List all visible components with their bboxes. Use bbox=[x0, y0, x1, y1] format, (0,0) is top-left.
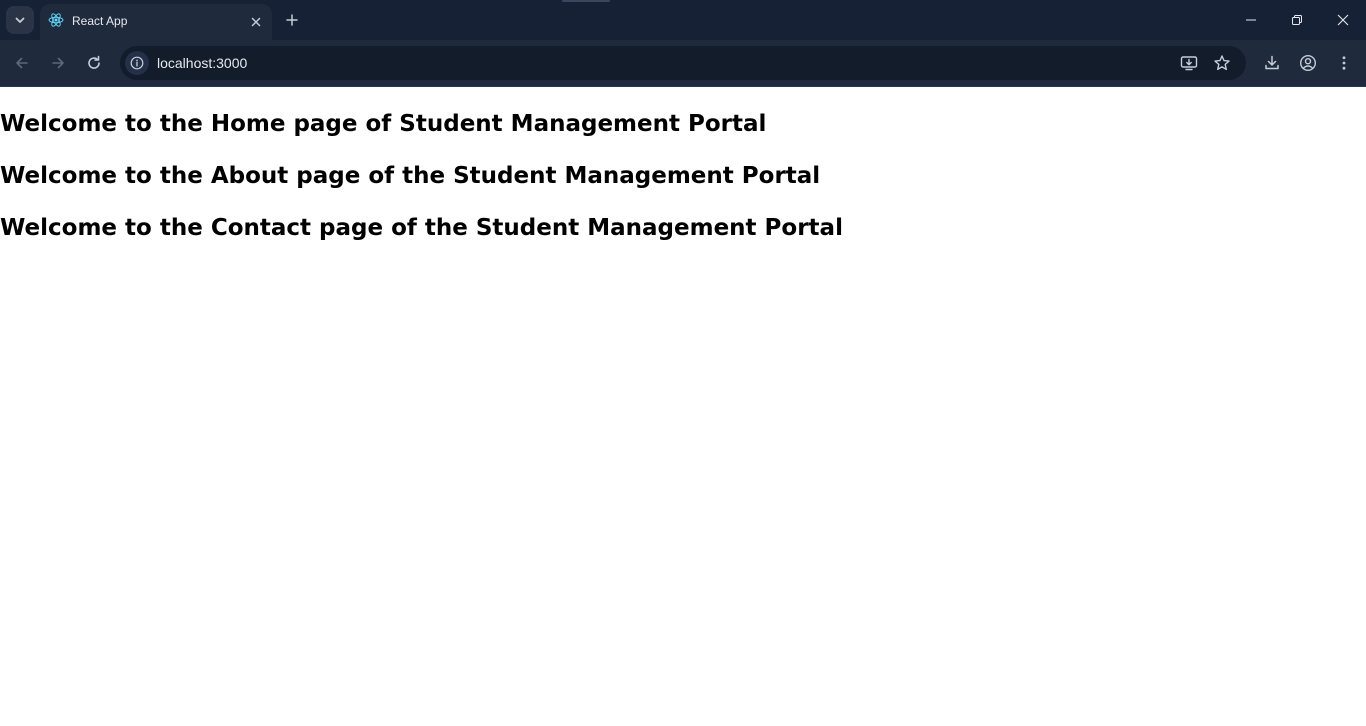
forward-button[interactable] bbox=[44, 49, 72, 77]
tab-title: React App bbox=[72, 14, 128, 28]
about-heading: Welcome to the About page of the Student… bbox=[0, 163, 821, 189]
bookmark-button[interactable] bbox=[1210, 51, 1234, 75]
close-icon bbox=[1337, 14, 1349, 26]
address-bar[interactable]: localhost:3000 bbox=[120, 46, 1246, 80]
home-heading: Welcome to the Home page of Student Mana… bbox=[0, 111, 767, 137]
reload-button[interactable] bbox=[80, 49, 108, 77]
react-icon bbox=[48, 12, 64, 28]
window-drag-indicator bbox=[562, 0, 610, 2]
close-icon bbox=[251, 17, 261, 27]
arrow-right-icon bbox=[50, 55, 66, 71]
browser-toolbar: localhost:3000 bbox=[0, 40, 1366, 87]
plus-icon bbox=[286, 14, 298, 26]
window-close-button[interactable] bbox=[1320, 0, 1366, 40]
tab-close-button[interactable] bbox=[246, 12, 266, 32]
contact-heading: Welcome to the Contact page of the Stude… bbox=[0, 215, 843, 241]
address-bar-url[interactable]: localhost:3000 bbox=[157, 55, 247, 71]
profile-icon bbox=[1299, 54, 1317, 72]
downloads-button[interactable] bbox=[1258, 49, 1286, 77]
page-viewport: Welcome to the Home page of Student Mana… bbox=[0, 87, 1366, 726]
browser-tab-active[interactable]: React App bbox=[40, 4, 272, 40]
tab-search-button[interactable] bbox=[6, 6, 34, 34]
reload-icon bbox=[86, 55, 102, 71]
restore-icon bbox=[1291, 14, 1303, 26]
back-button[interactable] bbox=[8, 49, 36, 77]
install-app-icon bbox=[1180, 54, 1198, 72]
site-info-button[interactable] bbox=[125, 51, 149, 75]
download-icon bbox=[1263, 54, 1281, 72]
window-minimize-button[interactable] bbox=[1228, 0, 1274, 40]
info-icon bbox=[130, 56, 144, 70]
window-restore-button[interactable] bbox=[1274, 0, 1320, 40]
install-app-button[interactable] bbox=[1177, 51, 1201, 75]
browser-menu-button[interactable] bbox=[1330, 49, 1358, 77]
minimize-icon bbox=[1245, 14, 1257, 26]
profile-button[interactable] bbox=[1294, 49, 1322, 77]
kebab-menu-icon bbox=[1336, 55, 1352, 71]
new-tab-button[interactable] bbox=[280, 8, 304, 32]
star-icon bbox=[1213, 54, 1231, 72]
arrow-left-icon bbox=[14, 55, 30, 71]
browser-tabstrip: React App bbox=[0, 0, 1366, 40]
chevron-down-icon bbox=[14, 14, 26, 26]
